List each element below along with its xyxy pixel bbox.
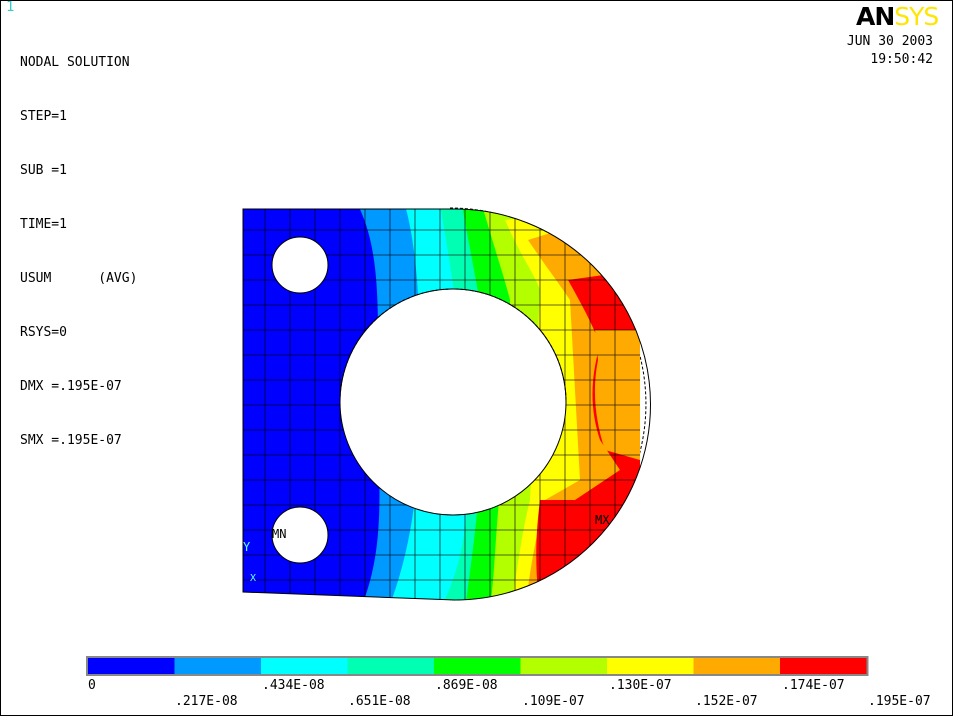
top-bolt-hole bbox=[271, 236, 329, 294]
legend-swatch-2 bbox=[261, 658, 348, 674]
legend-swatch-3 bbox=[347, 658, 434, 674]
center-hole bbox=[339, 288, 567, 516]
legend-label-7: .152E-07 bbox=[695, 694, 758, 709]
legend-swatch-6 bbox=[607, 658, 694, 674]
legend-label-4: .869E-08 bbox=[435, 678, 498, 693]
axis-x-label: X bbox=[250, 573, 257, 584]
legend-label-1: .217E-08 bbox=[175, 694, 238, 709]
legend-label-6: .130E-07 bbox=[609, 678, 672, 693]
axis-y-label: Y bbox=[243, 540, 251, 554]
legend-swatch-1 bbox=[174, 658, 261, 674]
legend-swatch-7 bbox=[693, 658, 780, 674]
legend-swatch-4 bbox=[434, 658, 521, 674]
legend-swatch-8 bbox=[780, 658, 867, 674]
contour-plot bbox=[86, 207, 869, 676]
legend-bar bbox=[86, 656, 869, 676]
legend-label-8: .174E-07 bbox=[782, 678, 845, 693]
legend-label-5: .109E-07 bbox=[522, 694, 585, 709]
legend-swatch-0 bbox=[88, 658, 175, 674]
max-marker: MX bbox=[595, 513, 610, 527]
legend-label-2: .434E-08 bbox=[262, 678, 325, 693]
legend-label-9: .195E-07 bbox=[868, 694, 931, 709]
legend-label-0: 0 bbox=[88, 678, 96, 693]
legend-label-3: .651E-08 bbox=[348, 694, 411, 709]
min-marker: MN bbox=[272, 527, 287, 541]
graphics-window[interactable]: 1 NODAL SOLUTION STEP=1 SUB =1 TIME=1 US… bbox=[0, 0, 953, 716]
legend-swatch-5 bbox=[520, 658, 607, 674]
